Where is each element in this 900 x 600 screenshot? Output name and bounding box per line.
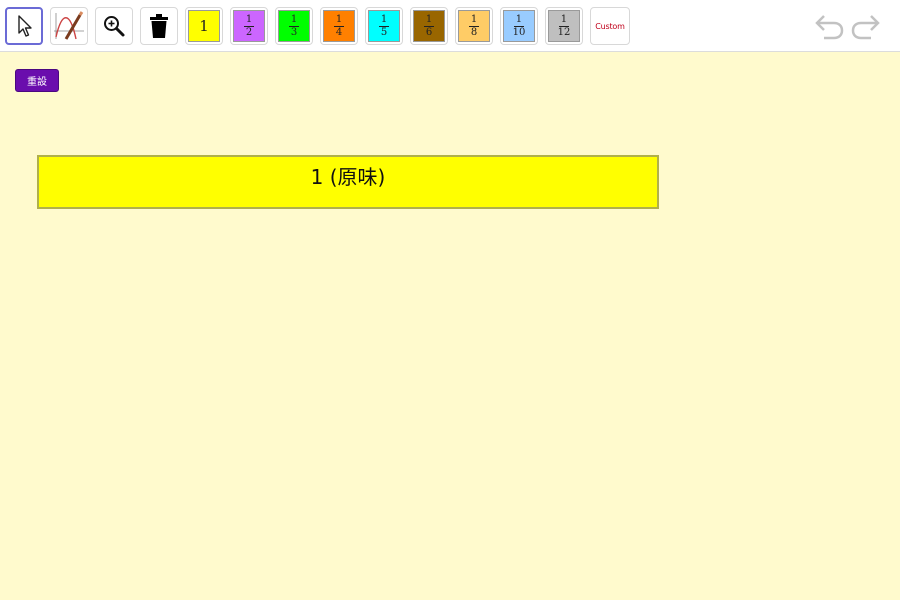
fraction-label: 1 5 (378, 13, 390, 38)
fraction-swatch: 1 12 (548, 10, 580, 42)
fraction-label: 1 3 (288, 13, 300, 38)
fraction-numerator: 1 (513, 13, 525, 27)
redo-icon[interactable] (851, 14, 881, 40)
whole-fraction-bar[interactable]: 1 (原味) (37, 155, 659, 209)
fraction-label: 1 12 (557, 13, 571, 38)
fraction-bar-1-10-button[interactable]: 1 10 (500, 7, 538, 45)
custom-tool-button[interactable]: Custom (590, 7, 630, 45)
fraction-bar-1-4-button[interactable]: 1 4 (320, 7, 358, 45)
fraction-numerator: 1 (378, 13, 390, 27)
fraction-label: 1 2 (243, 13, 255, 38)
fraction-bar-1-button[interactable]: 1 (185, 7, 223, 45)
fraction-swatch: 1 4 (323, 10, 355, 42)
fraction-bar-label: 1 (原味) (310, 165, 386, 189)
fraction-bar-1-12-button[interactable]: 1 12 (545, 7, 583, 45)
function-pen-icon (54, 11, 84, 40)
fraction-swatch: 1 3 (278, 10, 310, 42)
fraction-denominator: 6 (425, 26, 433, 38)
fraction-swatch: 1 6 (413, 10, 445, 42)
fraction-denominator: 8 (470, 26, 478, 38)
fraction-numerator: 1 (423, 13, 435, 27)
fraction-label: 1 8 (468, 13, 480, 38)
pen-tool-button[interactable] (50, 7, 88, 45)
arrow-pointer-icon (18, 15, 32, 37)
fraction-numerator: 1 (333, 13, 345, 27)
fraction-bar-1-3-button[interactable]: 1 3 (275, 7, 313, 45)
fraction-numerator: 1 (558, 13, 570, 27)
fraction-denominator: 3 (290, 26, 298, 38)
fraction-whole-label: 1 (199, 17, 209, 35)
move-tool-button[interactable] (5, 7, 43, 45)
fraction-swatch: 1 5 (368, 10, 400, 42)
custom-tool-label: Custom (595, 21, 625, 31)
delete-tool-button[interactable] (140, 7, 178, 45)
fraction-bar-1-8-button[interactable]: 1 8 (455, 7, 493, 45)
fraction-numerator: 1 (468, 13, 480, 27)
undo-icon[interactable] (814, 14, 844, 40)
fraction-denominator: 5 (380, 26, 388, 38)
fraction-swatch: 1 8 (458, 10, 490, 42)
fraction-denominator: 2 (245, 26, 253, 38)
fraction-label: 1 4 (333, 13, 345, 38)
zoom-in-icon (104, 16, 125, 37)
fraction-swatch: 1 2 (233, 10, 265, 42)
toolbar: 1 1 2 1 3 1 4 1 5 1 6 1 8 1 10 1 12 Cust… (0, 0, 900, 52)
fraction-numerator: 1 (243, 13, 255, 27)
reset-button[interactable]: 重設 (15, 69, 59, 92)
fraction-bar-1-6-button[interactable]: 1 6 (410, 7, 448, 45)
trash-icon (150, 14, 168, 38)
fraction-denominator: 10 (512, 26, 526, 38)
fraction-numerator: 1 (288, 13, 300, 27)
fraction-denominator: 12 (557, 26, 571, 38)
fraction-bar-1-2-button[interactable]: 1 2 (230, 7, 268, 45)
fraction-label: 1 6 (423, 13, 435, 38)
fraction-swatch: 1 (188, 10, 220, 42)
zoom-tool-button[interactable] (95, 7, 133, 45)
fraction-label: 1 10 (512, 13, 526, 38)
fraction-bar-1-5-button[interactable]: 1 5 (365, 7, 403, 45)
fraction-denominator: 4 (335, 26, 343, 38)
fraction-swatch: 1 10 (503, 10, 535, 42)
